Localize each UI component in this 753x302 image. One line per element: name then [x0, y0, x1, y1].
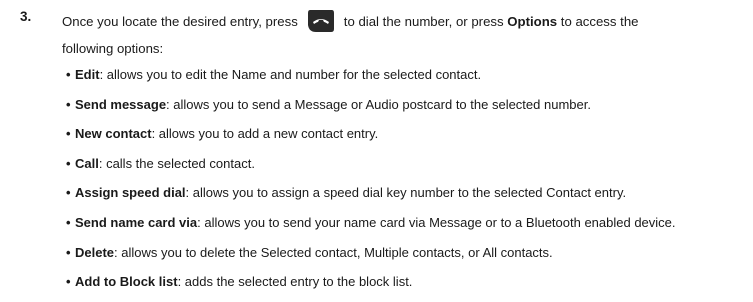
option-term: Add to Block list [75, 274, 178, 290]
option-item-send-name-card: • Send name card via: allows you to send … [66, 213, 736, 243]
bullet-icon: • [66, 244, 71, 260]
option-term: Send name card via [75, 214, 198, 230]
option-term: Assign speed dial [75, 185, 186, 201]
option-term: Call [75, 155, 99, 171]
option-desc: : allows you to edit the Name and number… [99, 67, 482, 82]
option-desc: : allows you to send your name card via … [197, 214, 676, 230]
options-label: Options [507, 13, 558, 29]
step-text-after-icon: to dial the number, or press [343, 13, 504, 29]
option-desc: : allows you to add a new contact entry. [151, 126, 379, 142]
call-send-key-icon [306, 8, 336, 34]
option-item-new-contact: • New contact: allows you to add a new co… [66, 124, 736, 154]
option-desc: : allows you to assign a speed dial key … [185, 185, 627, 201]
bullet-icon: • [66, 126, 71, 142]
option-term: New contact [75, 126, 152, 142]
step-text-end: to access the [560, 13, 639, 29]
option-item-delete: • Delete: allows you to delete the Select… [66, 243, 736, 273]
step-text-line2: following options: [62, 41, 164, 56]
option-desc: : allows you to send a Message or Audio … [166, 96, 591, 112]
bullet-icon: • [66, 155, 71, 171]
options-list: • Edit: allows you to edit the Name and n… [66, 65, 736, 302]
option-desc: : adds the selected entry to the block l… [177, 274, 413, 290]
option-item-send-message: • Send message: allows you to send a Mess… [66, 95, 736, 125]
bullet-icon: • [66, 96, 71, 112]
bullet-icon: • [66, 185, 71, 201]
option-desc: : calls the selected contact. [98, 155, 255, 171]
step-text-before-icon: Once you locate the desired entry, press [62, 13, 298, 29]
option-term: Delete [75, 244, 115, 260]
option-item-add-to-block-list: • Add to Block list: adds the selected en… [66, 272, 736, 302]
option-term: Edit [75, 67, 100, 82]
option-item-assign-speed-dial: • Assign speed dial: allows you to assign… [66, 183, 736, 213]
option-desc: : allows you to delete the Selected cont… [114, 244, 553, 260]
bullet-icon: • [66, 274, 71, 290]
option-item-call: • Call: calls the selected contact. [66, 154, 736, 184]
bullet-icon: • [66, 67, 71, 82]
option-item-edit: • Edit: allows you to edit the Name and n… [66, 65, 736, 95]
manual-page: 3. Once you locate the desired entry, pr… [0, 0, 753, 302]
option-term: Send message [75, 96, 167, 112]
step-number: 3. [20, 9, 32, 24]
step-instruction: Once you locate the desired entry, press… [62, 8, 753, 56]
bullet-icon: • [66, 214, 71, 230]
